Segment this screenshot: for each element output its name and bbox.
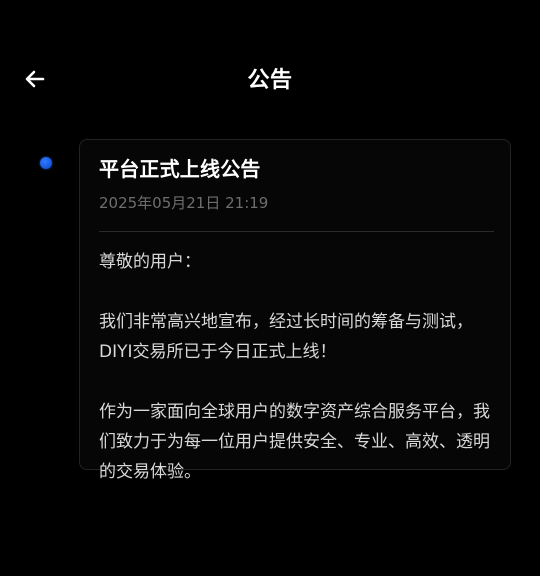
page-title: 公告 xyxy=(247,68,293,93)
announcement-title: 平台正式上线公告 xyxy=(99,157,261,181)
top-bar: 公告 xyxy=(0,0,540,160)
announcement-body: 尊敬的用户： 我们非常高兴地宣布，经过长时间的筹备与测试，DIYI交易所已于今日… xyxy=(99,247,494,487)
announcement-greeting: 尊敬的用户： xyxy=(99,252,201,272)
announcement-paragraph-1: 我们非常高兴地宣布，经过长时间的筹备与测试，DIYI交易所已于今日正式上线！ xyxy=(99,312,473,362)
divider xyxy=(99,231,494,232)
announcement-card[interactable]: 平台正式上线公告 2025年05月21日 21:19 尊敬的用户： 我们非常高兴… xyxy=(79,139,511,482)
announcement-paragraph-2: 作为一家面向全球用户的数字资产综合服务平台，我们致力于为每一位用户提供安全、专业… xyxy=(99,402,490,482)
timeline-dot xyxy=(40,157,52,169)
announcement-timestamp: 2025年05月21日 21:19 xyxy=(99,194,269,212)
